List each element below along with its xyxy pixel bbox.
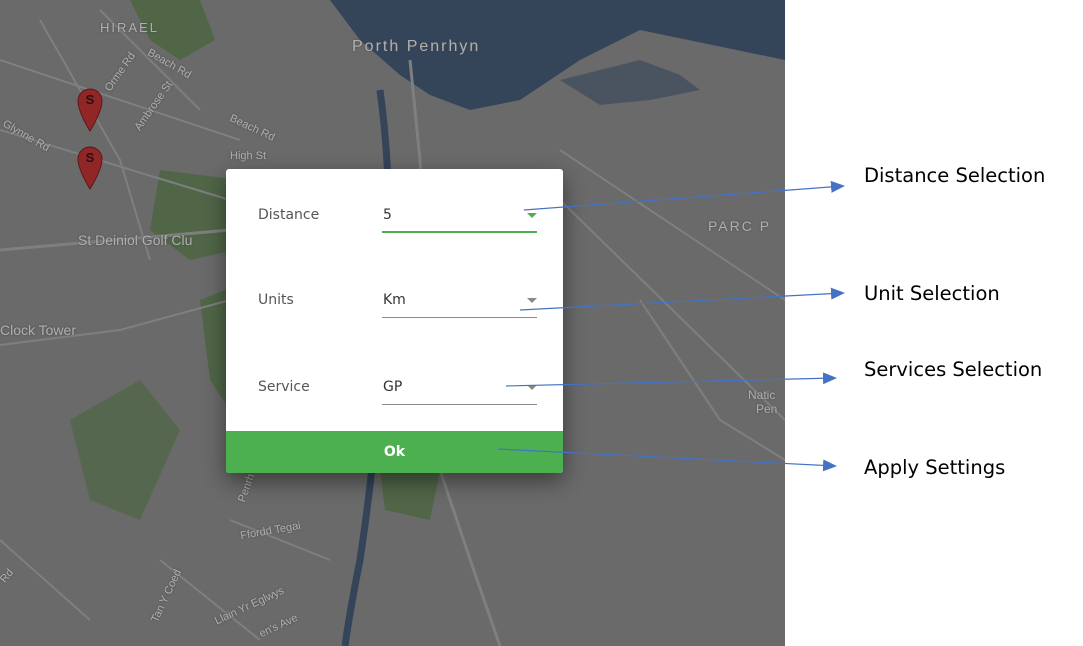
callout-services-selection: Services Selection	[864, 358, 1043, 381]
distance-callout-arrow	[523, 180, 845, 211]
units-callout-arrow	[519, 287, 845, 311]
callout-arrows	[497, 180, 845, 472]
services-callout-arrow	[505, 372, 837, 387]
apply-callout-arrow	[497, 448, 837, 472]
callout-distance-selection: Distance Selection	[864, 164, 1046, 187]
callout-unit-selection: Unit Selection	[864, 282, 1000, 305]
callout-apply-settings: Apply Settings	[864, 456, 1006, 479]
